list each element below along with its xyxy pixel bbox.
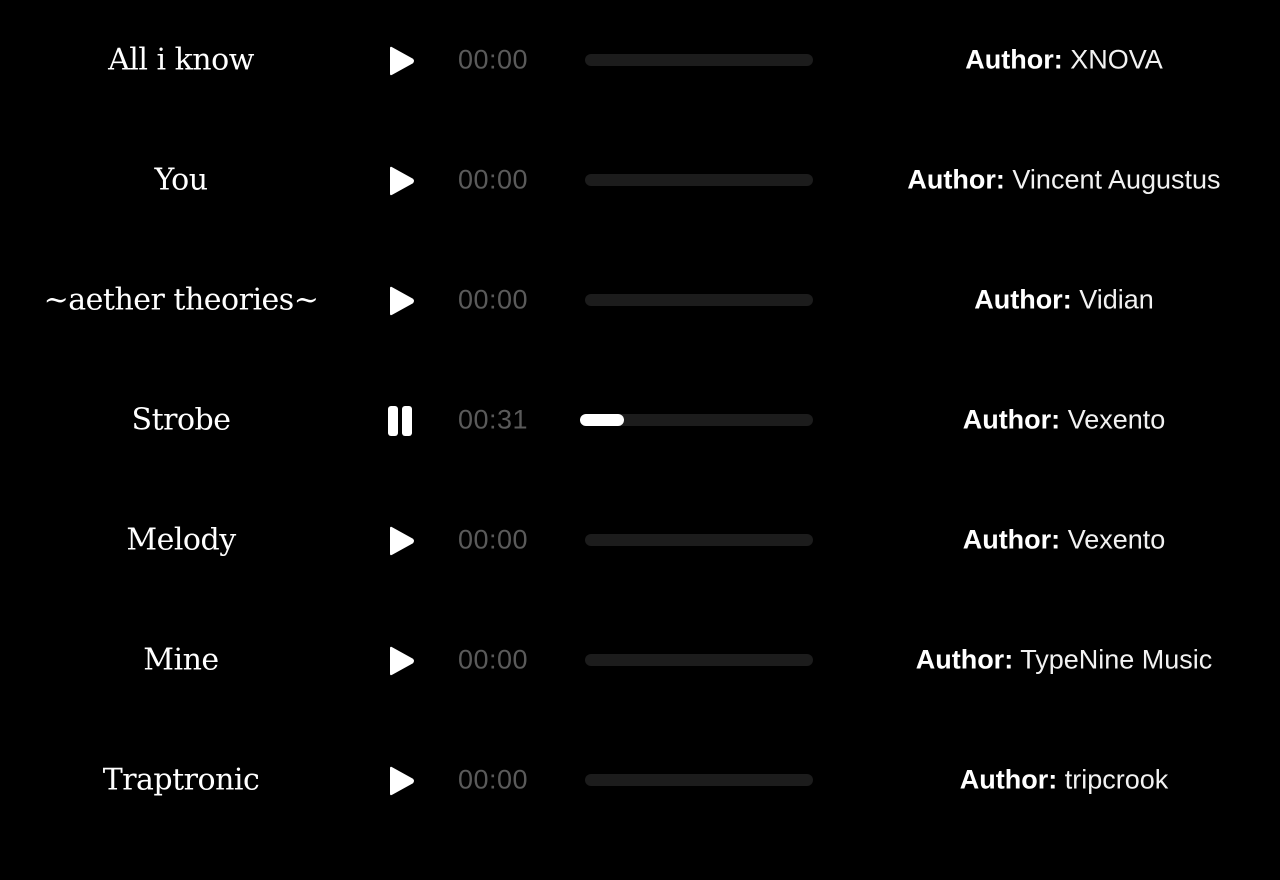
author-name: Vexento xyxy=(1067,404,1166,435)
play-icon xyxy=(390,46,414,76)
author-name: Vidian xyxy=(1079,284,1154,315)
play-button[interactable] xyxy=(382,44,418,78)
track-time: 00:00 xyxy=(458,524,529,555)
author-label: Author: xyxy=(915,644,1014,675)
track-time: 00:00 xyxy=(458,644,529,675)
author-name: XNOVA xyxy=(1070,44,1163,75)
progress-bar[interactable] xyxy=(585,654,813,666)
play-icon xyxy=(390,526,414,556)
track-time: 00:31 xyxy=(458,404,529,435)
track-time: 00:00 xyxy=(458,764,529,795)
track-author: Author: TypeNine Music xyxy=(864,645,1264,676)
author-label: Author: xyxy=(907,164,1005,195)
track-author: Author: Vexento xyxy=(864,405,1264,436)
track-title: Strobe xyxy=(131,402,231,438)
author-label: Author: xyxy=(959,764,1058,795)
play-button[interactable] xyxy=(382,284,418,318)
track-author: Author: tripcrook xyxy=(864,765,1264,796)
track-row: Traptronic 00:00 Author: tripcrook xyxy=(0,742,1280,862)
play-button[interactable] xyxy=(382,764,418,798)
author-label: Author: xyxy=(962,404,1061,435)
progress-bar[interactable] xyxy=(585,294,813,306)
play-button[interactable] xyxy=(382,524,418,558)
track-row: All i know 00:00 Author: XNOVA xyxy=(0,22,1280,142)
track-time: 00:00 xyxy=(458,284,529,315)
track-row: Melody 00:00 Author: Vexento xyxy=(0,502,1280,622)
track-author: Author: Vexento xyxy=(864,525,1264,556)
track-title: You xyxy=(154,162,208,198)
author-name: Vexento xyxy=(1067,524,1166,555)
play-icon xyxy=(390,766,414,796)
pause-icon xyxy=(388,406,412,436)
progress-bar[interactable] xyxy=(585,174,813,186)
track-row: ~aether theories~ 00:00 Author: Vidian xyxy=(0,262,1280,382)
play-button[interactable] xyxy=(382,164,418,198)
track-author: Author: Vincent Augustus xyxy=(864,165,1264,196)
track-row: You 00:00 Author: Vincent Augustus xyxy=(0,142,1280,262)
author-label: Author: xyxy=(974,284,1072,315)
track-author: Author: XNOVA xyxy=(864,45,1264,76)
track-title: ~aether theories~ xyxy=(43,282,319,318)
track-title: Mine xyxy=(143,642,219,678)
progress-fill xyxy=(580,414,624,426)
progress-bar[interactable] xyxy=(580,414,813,426)
progress-bar[interactable] xyxy=(585,54,813,66)
author-label: Author: xyxy=(965,44,1063,75)
play-icon xyxy=(390,166,414,196)
author-name: Vincent Augustus xyxy=(1012,164,1221,195)
author-label: Author: xyxy=(962,524,1061,555)
track-list: All i know 00:00 Author: XNOVA You 00:00… xyxy=(0,22,1280,862)
track-row: Mine 00:00 Author: TypeNine Music xyxy=(0,622,1280,742)
progress-bar[interactable] xyxy=(585,774,813,786)
track-row: Strobe 00:31 Author: Vexento xyxy=(0,382,1280,502)
track-title: All i know xyxy=(108,42,254,78)
play-icon xyxy=(390,286,414,316)
progress-bar[interactable] xyxy=(585,534,813,546)
play-icon xyxy=(390,646,414,676)
track-time: 00:00 xyxy=(458,44,529,75)
track-author: Author: Vidian xyxy=(864,285,1264,316)
track-title: Traptronic xyxy=(102,762,260,798)
play-button[interactable] xyxy=(382,644,418,678)
author-name: tripcrook xyxy=(1064,764,1169,795)
track-title: Melody xyxy=(126,522,236,558)
author-name: TypeNine Music xyxy=(1020,644,1213,675)
pause-button[interactable] xyxy=(382,404,418,438)
track-time: 00:00 xyxy=(458,164,529,195)
